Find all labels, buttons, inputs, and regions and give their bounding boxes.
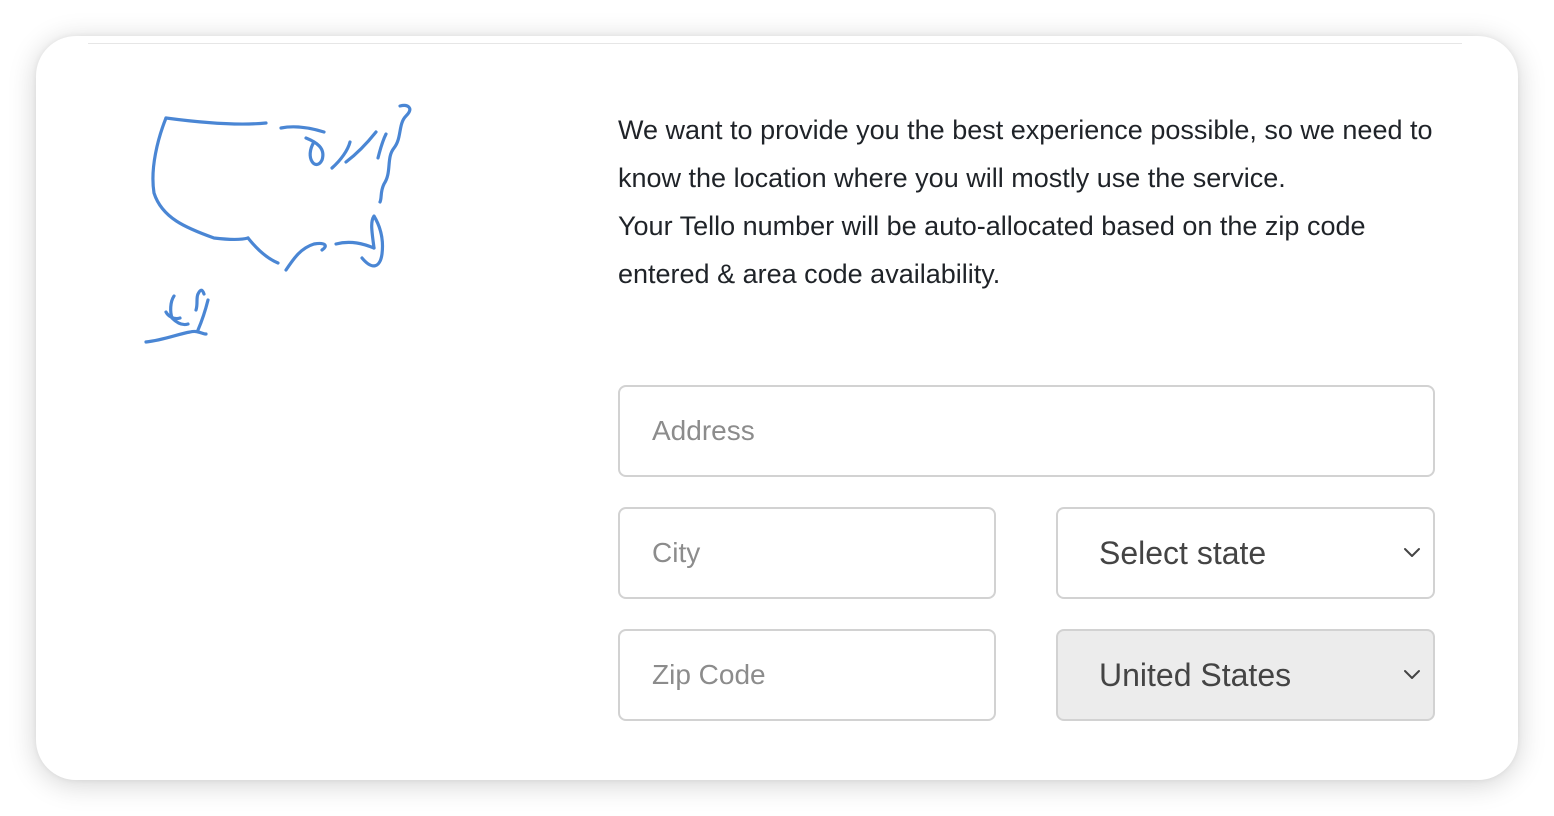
address-field [618, 385, 1435, 477]
divider [88, 43, 1462, 44]
city-field [618, 507, 996, 599]
intro-paragraph-1: We want to provide you the best experien… [618, 115, 1433, 193]
location-card: We want to provide you the best experien… [36, 36, 1518, 780]
intro-paragraph-2: Your Tello number will be auto-allocated… [618, 211, 1366, 289]
country-select-value: United States [1099, 656, 1292, 693]
zip-field [618, 629, 996, 721]
address-input[interactable] [620, 387, 1433, 475]
zip-code-input[interactable] [620, 631, 994, 719]
usa-map-icon [144, 103, 412, 344]
state-select[interactable]: Select state [1056, 507, 1435, 599]
country-select[interactable]: United States [1056, 629, 1435, 721]
chevron-down-icon [1397, 660, 1427, 690]
city-input[interactable] [620, 509, 994, 597]
state-select-value: Select state [1099, 534, 1267, 571]
chevron-down-icon [1397, 538, 1427, 568]
location-intro: We want to provide you the best experien… [618, 106, 1448, 298]
